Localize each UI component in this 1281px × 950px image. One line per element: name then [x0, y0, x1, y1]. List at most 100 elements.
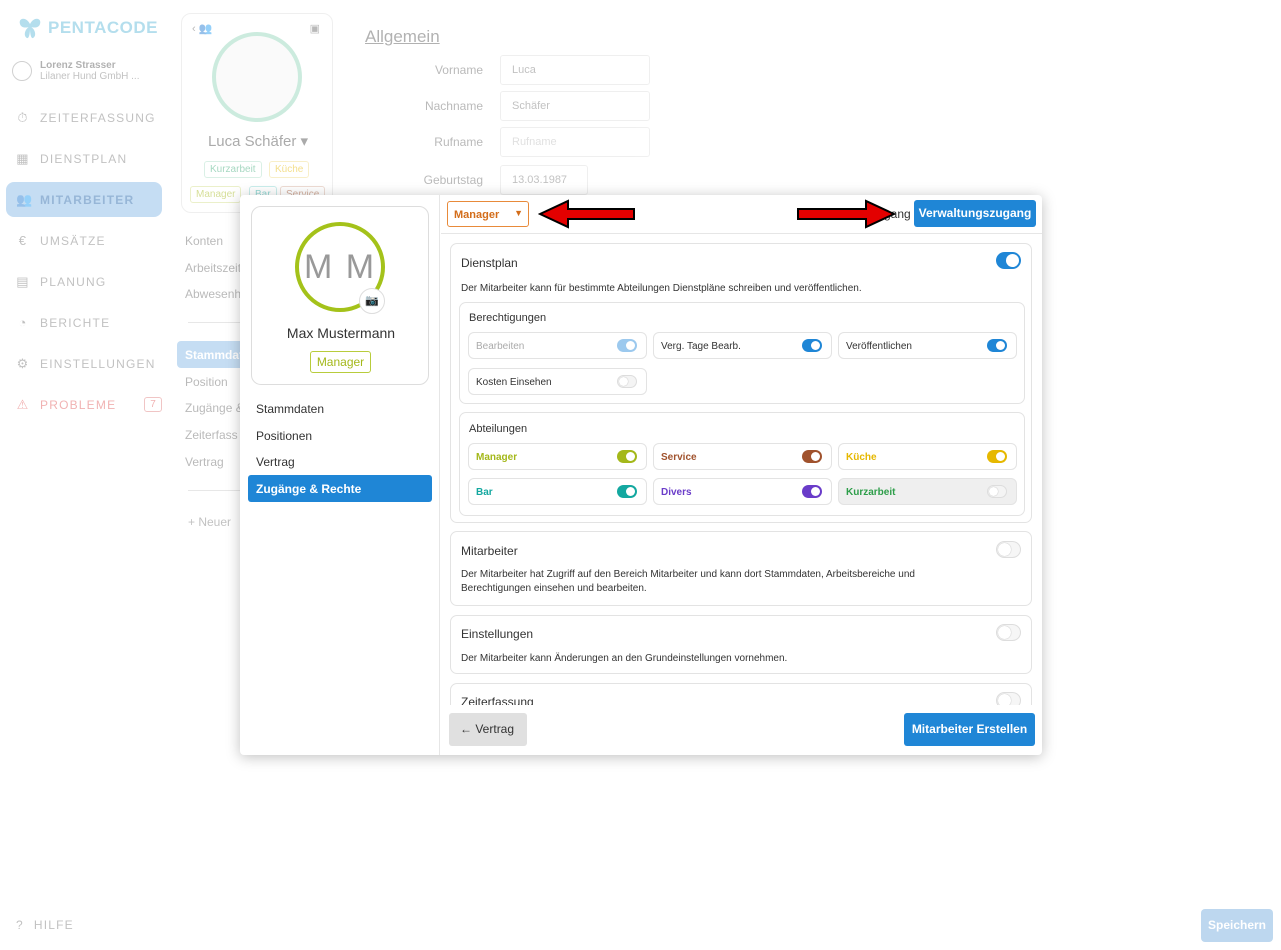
zeiterfassung-toggle[interactable] [996, 692, 1021, 705]
sidebar: PENTACODE Lorenz Strasser Lilaner Hund G… [0, 0, 170, 950]
nav-label: PROBLEME [40, 397, 117, 412]
new-employee-link[interactable]: + Neuer [188, 515, 231, 529]
subnav-arbeitszeit[interactable]: Arbeitszeit [185, 261, 241, 275]
rufname-input[interactable]: Rufname [500, 127, 650, 157]
group-title: Berechtigungen [469, 312, 547, 324]
euro-icon: € [18, 233, 28, 248]
perm-bearbeiten[interactable]: Bearbeiten [468, 332, 647, 359]
toggle[interactable] [987, 339, 1007, 352]
nav-label: BERICHTE [40, 315, 111, 330]
field-rufname: Rufname Rufname [365, 127, 655, 157]
dept-service[interactable]: Service [653, 443, 832, 470]
perm-kosten-einsehen[interactable]: Kosten Einsehen [468, 368, 647, 395]
back-users-icon[interactable]: ‹ 👥 [192, 22, 212, 35]
modal-header: Manager ▼ gang Verwaltungszugang [441, 195, 1042, 234]
modal-nav-vertrag[interactable]: Vertrag [248, 448, 432, 475]
section-title-allgemein: Allgemein [365, 27, 440, 46]
subnav-positionen[interactable]: Position [185, 375, 228, 389]
dept-manager[interactable]: Manager [468, 443, 647, 470]
subnav-zeiterfassung[interactable]: Zeiterfass [185, 428, 238, 442]
section-description: Der Mitarbeiter hat Zugriff auf den Bere… [461, 569, 915, 594]
section-title: Dienstplan [461, 256, 518, 270]
nav-berichte[interactable]: ◔ BERICHTE [6, 305, 162, 340]
vorname-input[interactable]: Luca [500, 55, 650, 85]
nav-einstellungen[interactable]: ⚙ EINSTELLUNGEN [6, 346, 162, 381]
modal-left-panel: M M 📷 Max Mustermann Manager Stammdaten … [240, 195, 440, 755]
brand-name: PENTACODE [48, 18, 158, 37]
perm-veroeffentlichen[interactable]: Veröffentlichen [838, 332, 1017, 359]
field-label: Nachname [424, 99, 483, 113]
subnav-konten[interactable]: Konten [185, 234, 223, 248]
nav-planung[interactable]: ▤ PLANUNG [6, 264, 162, 299]
logo: PENTACODE [18, 16, 158, 40]
toggle[interactable] [617, 450, 637, 463]
modal-nav-stammdaten[interactable]: Stammdaten [248, 395, 432, 422]
section-dienstplan: Dienstplan Der Mitarbeiter kann für best… [450, 243, 1032, 523]
camera-icon[interactable]: 📷 [359, 288, 385, 314]
modal-right-panel: Manager ▼ gang Verwaltungszugang Dienstpl… [441, 195, 1042, 755]
user-info[interactable]: Lorenz Strasser Lilaner Hund GmbH ... [12, 60, 140, 82]
modal-employee-name: Max Mustermann [286, 325, 396, 341]
nav-dienstplan[interactable]: ▦ DIENSTPLAN [6, 141, 162, 176]
section-einstellungen: Einstellungen Der Mitarbeiter kann Änder… [450, 615, 1032, 674]
dept-kurzarbeit[interactable]: Kurzarbeit [838, 478, 1017, 505]
toggle[interactable] [617, 485, 637, 498]
user-name: Lorenz Strasser [40, 60, 116, 71]
tag-kueche: Küche [269, 161, 310, 178]
toggle[interactable] [802, 339, 822, 352]
create-employee-button[interactable]: Mitarbeiter Erstellen [904, 713, 1035, 746]
nav-mitarbeiter[interactable]: 👥 MITARBEITER [6, 182, 162, 217]
id-card-icon[interactable]: ▣ [310, 22, 320, 35]
geburtstag-input[interactable]: 13.03.1987 [500, 165, 588, 195]
toggle[interactable] [987, 485, 1007, 498]
gear-icon: ⚙ [16, 355, 30, 371]
toggle[interactable] [802, 450, 822, 463]
group-title: Abteilungen [469, 423, 528, 435]
nachname-input[interactable]: Schäfer [500, 91, 650, 121]
modal-role-tag: Manager [310, 351, 371, 373]
mitarbeiter-toggle[interactable] [996, 541, 1021, 558]
nav-label: DIENSTPLAN [40, 151, 128, 166]
profile-name[interactable]: Luca Schäfer ▾ [182, 132, 334, 150]
nav-label: MITARBEITER [40, 192, 135, 207]
verwaltungszugang-button[interactable]: Verwaltungszugang [914, 200, 1036, 227]
section-zeiterfassung: Zeiterfassung [450, 683, 1032, 705]
field-label: Geburtstag [423, 173, 483, 187]
permissions-scroll-area[interactable]: Dienstplan Der Mitarbeiter kann für best… [441, 235, 1042, 705]
modal-nav-positionen[interactable]: Positionen [248, 422, 432, 449]
nav-umsaetze[interactable]: € UMSÄTZE [6, 223, 162, 258]
problem-count-badge: 7 [144, 397, 162, 412]
subnav-abwesenheit[interactable]: Abwesenh [185, 287, 241, 301]
abteilungen-group: Abteilungen Manager Service Küche Bar Di… [459, 412, 1025, 516]
save-button[interactable]: Speichern [1201, 909, 1273, 942]
nav-probleme[interactable]: ⚠ PROBLEME 7 [6, 387, 162, 422]
pie-chart-icon: ◔ [18, 315, 28, 330]
subnav-zugaenge[interactable]: Zugänge & [185, 401, 244, 415]
field-label: Vorname [434, 63, 483, 77]
nav-label: ZEITERFASSUNG [40, 110, 156, 125]
divider [188, 322, 248, 323]
dept-bar[interactable]: Bar [468, 478, 647, 505]
nav-zeiterfassung[interactable]: ⏱ ZEITERFASSUNG [6, 100, 162, 135]
modal-nav-zugaenge-rechte[interactable]: Zugänge & Rechte [248, 475, 432, 502]
modal-footer: ← Vertrag Mitarbeiter Erstellen [441, 705, 1042, 755]
perm-verg-tage-bearb[interactable]: Verg. Tage Bearb. [653, 332, 832, 359]
caret-down-icon: ▼ [514, 208, 523, 218]
field-label: Rufname [434, 135, 483, 149]
back-button[interactable]: ← Vertrag [449, 713, 527, 746]
toggle[interactable] [802, 485, 822, 498]
users-icon: 👥 [16, 191, 34, 207]
einstellungen-toggle[interactable] [996, 624, 1021, 641]
annotation-arrow-left-icon [538, 199, 635, 229]
user-company: Lilaner Hund GmbH ... [40, 71, 140, 82]
subnav-vertrag[interactable]: Vertrag [185, 455, 224, 469]
role-select[interactable]: Manager ▼ [447, 201, 529, 227]
toggle[interactable] [617, 339, 637, 352]
dept-divers[interactable]: Divers [653, 478, 832, 505]
dept-kueche[interactable]: Küche [838, 443, 1017, 470]
help-link[interactable]: ? HILFE [16, 918, 74, 932]
dienstplan-toggle[interactable] [996, 252, 1021, 269]
toggle[interactable] [987, 450, 1007, 463]
toggle[interactable] [617, 375, 637, 388]
subnav-stammdaten[interactable]: Stammdat [177, 341, 247, 368]
